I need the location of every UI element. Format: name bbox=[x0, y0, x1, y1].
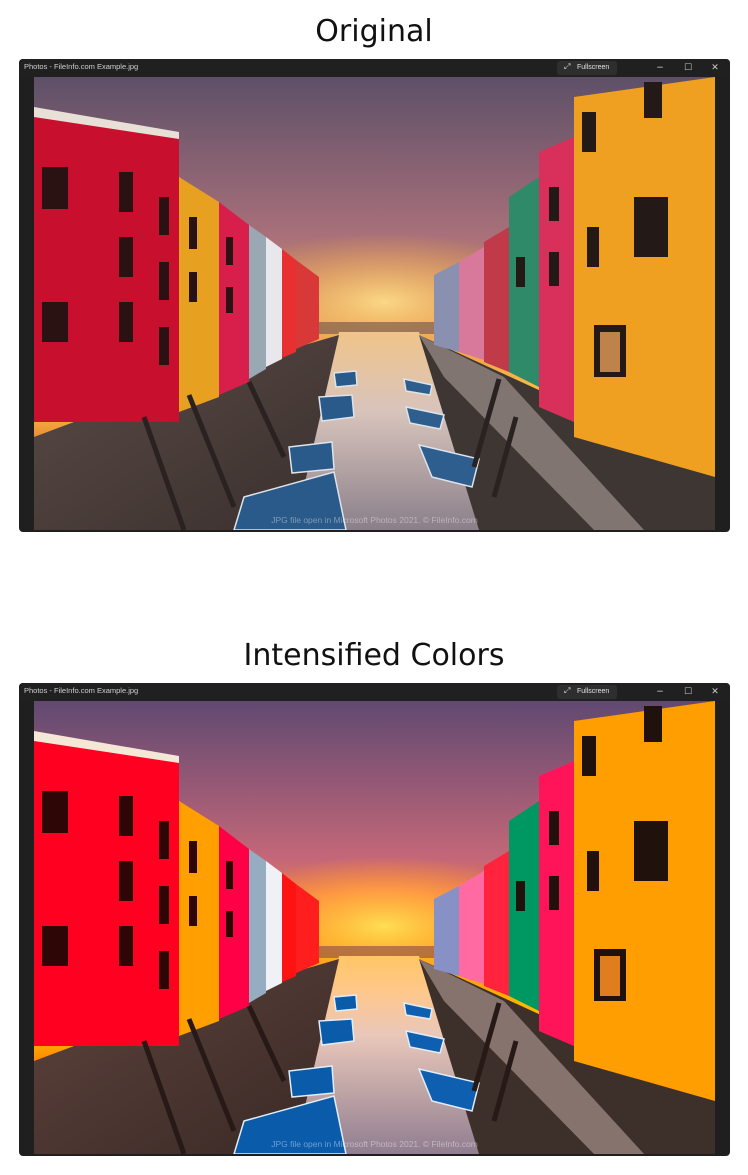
watermark-text: JPG file open in Microsoft Photos 2021. … bbox=[271, 1139, 478, 1149]
photos-window-intensified: Photos - FileInfo.com Example.jpg ⤢ Full… bbox=[19, 683, 730, 1156]
canal-photo bbox=[34, 701, 715, 1154]
close-icon[interactable]: ✕ bbox=[708, 61, 722, 75]
panel-title-intensified: Intensified Colors bbox=[243, 638, 505, 673]
photo-canvas: JPG file open in Microsoft Photos 2021. … bbox=[34, 77, 715, 530]
expand-icon: ⤢ bbox=[564, 62, 571, 71]
fullscreen-label: Fullscreen bbox=[577, 688, 610, 695]
window-titlebar: Photos - FileInfo.com Example.jpg ⤢ Full… bbox=[19, 59, 730, 77]
maximize-icon[interactable]: ☐ bbox=[681, 61, 695, 75]
fullscreen-label: Fullscreen bbox=[577, 64, 610, 71]
fullscreen-button[interactable]: ⤢ Fullscreen bbox=[557, 61, 617, 75]
fullscreen-button[interactable]: ⤢ Fullscreen bbox=[557, 685, 617, 699]
expand-icon: ⤢ bbox=[564, 686, 571, 695]
window-title: Photos - FileInfo.com Example.jpg bbox=[24, 62, 139, 71]
minimize-icon[interactable]: − bbox=[653, 61, 667, 75]
watermark-text: JPG file open in Microsoft Photos 2021. … bbox=[271, 515, 478, 525]
photo-canvas: JPG file open in Microsoft Photos 2021. … bbox=[34, 701, 715, 1154]
close-icon[interactable]: ✕ bbox=[708, 685, 722, 699]
panel-title-original: Original bbox=[315, 14, 433, 49]
window-titlebar: Photos - FileInfo.com Example.jpg ⤢ Full… bbox=[19, 683, 730, 701]
minimize-icon[interactable]: − bbox=[653, 685, 667, 699]
maximize-icon[interactable]: ☐ bbox=[681, 685, 695, 699]
photos-window-original: Photos - FileInfo.com Example.jpg ⤢ Full… bbox=[19, 59, 730, 532]
canal-photo bbox=[34, 77, 715, 530]
window-title: Photos - FileInfo.com Example.jpg bbox=[24, 686, 139, 695]
